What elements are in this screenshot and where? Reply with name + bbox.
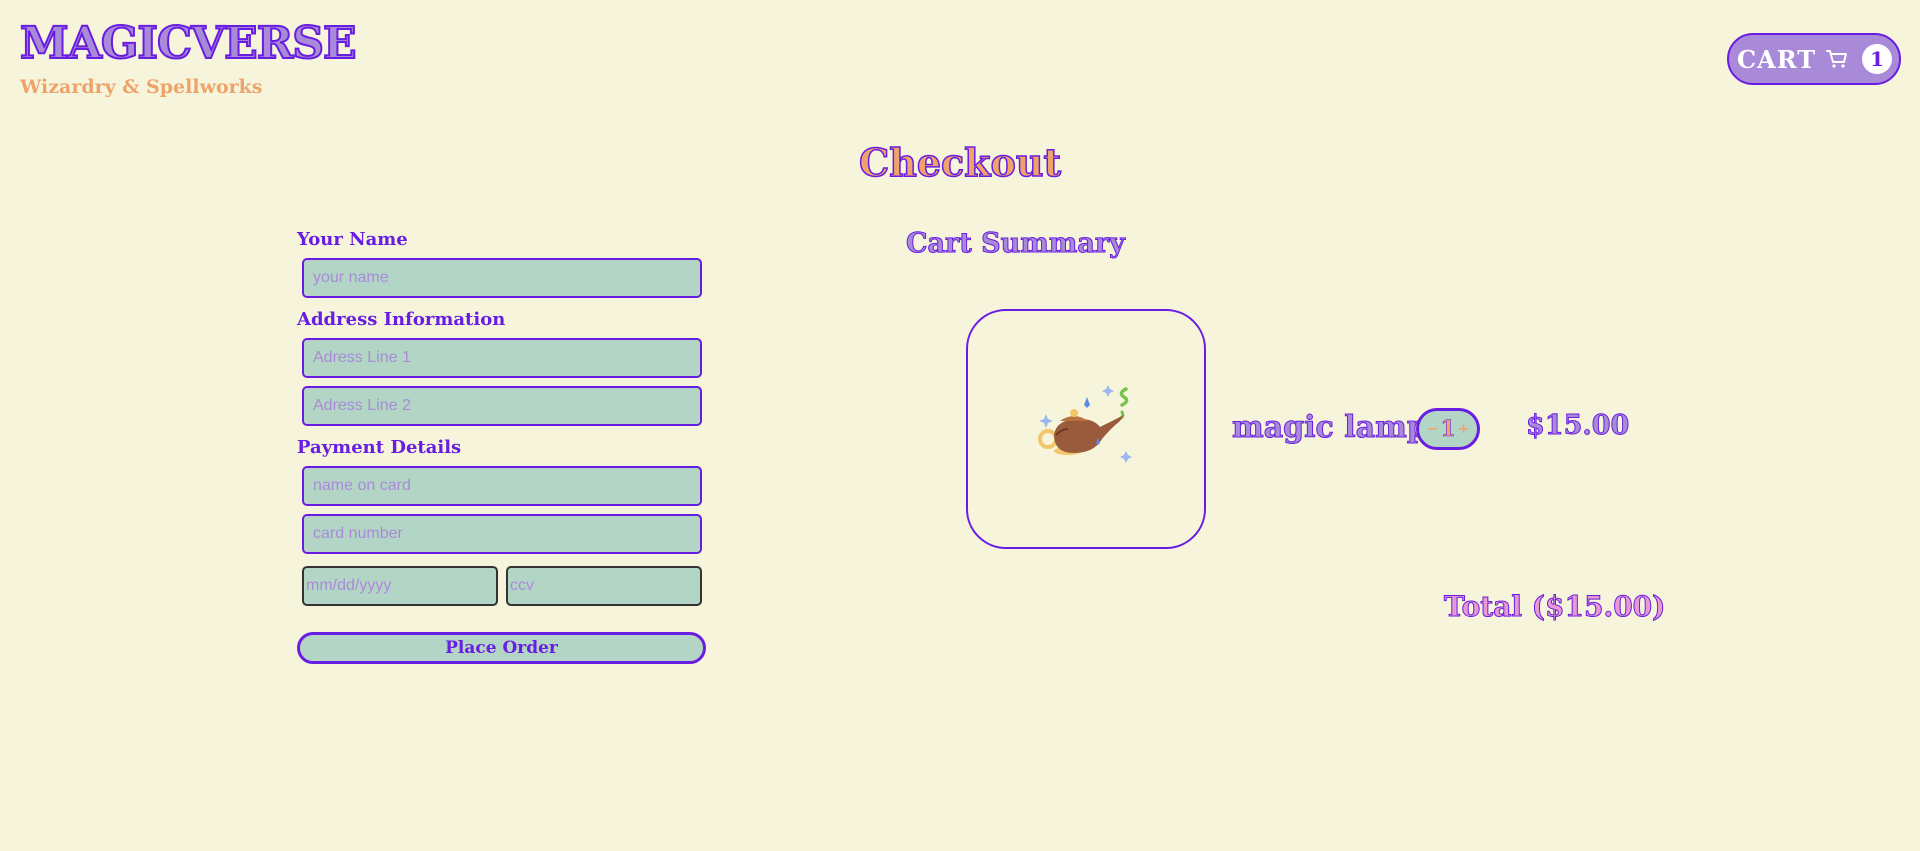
checkout-form: Your Name Address Information Payment De… <box>297 226 707 664</box>
cart-total: Total ($15.00) <box>1443 590 1666 624</box>
address-section-label: Address Information <box>297 309 506 330</box>
address-line-1-input[interactable] <box>302 338 702 378</box>
place-order-button[interactable]: Place Order <box>297 632 706 664</box>
cart-count-badge: 1 <box>1862 44 1893 74</box>
card-extra-row <box>302 562 707 614</box>
quantity-stepper: − 1 + <box>1416 408 1480 450</box>
site-tagline: Wizardry & Spellworks <box>20 76 263 98</box>
cart-button[interactable]: CART 1 <box>1727 33 1901 85</box>
magic-lamp-icon <box>1026 377 1146 481</box>
cart-label: CART <box>1737 44 1817 74</box>
quantity-value: 1 <box>1440 416 1456 443</box>
shopping-cart-icon <box>1826 49 1848 69</box>
brand: MAGICVERSE Wizardry & Spellworks <box>19 17 358 98</box>
cart-item-image-card <box>966 309 1206 549</box>
decrease-quantity-button[interactable]: − <box>1427 421 1439 437</box>
cart-summary-title: Cart Summary <box>906 228 1126 260</box>
address-line-2-input[interactable] <box>302 386 702 426</box>
increase-quantity-button[interactable]: + <box>1458 421 1470 437</box>
page-title: Checkout <box>858 139 1062 186</box>
payment-section-label: Payment Details <box>297 437 462 458</box>
card-name-input[interactable] <box>302 466 702 506</box>
cart-item-price: $15.00 <box>1525 410 1630 442</box>
expiry-date-input[interactable] <box>302 566 498 606</box>
name-input[interactable] <box>302 258 702 298</box>
card-number-input[interactable] <box>302 514 702 554</box>
ccv-input[interactable] <box>506 566 702 606</box>
cart-item-name[interactable]: magic lamp <box>1232 410 1429 446</box>
name-section-label: Your Name <box>297 229 408 250</box>
site-logo[interactable]: MAGICVERSE <box>19 17 358 70</box>
